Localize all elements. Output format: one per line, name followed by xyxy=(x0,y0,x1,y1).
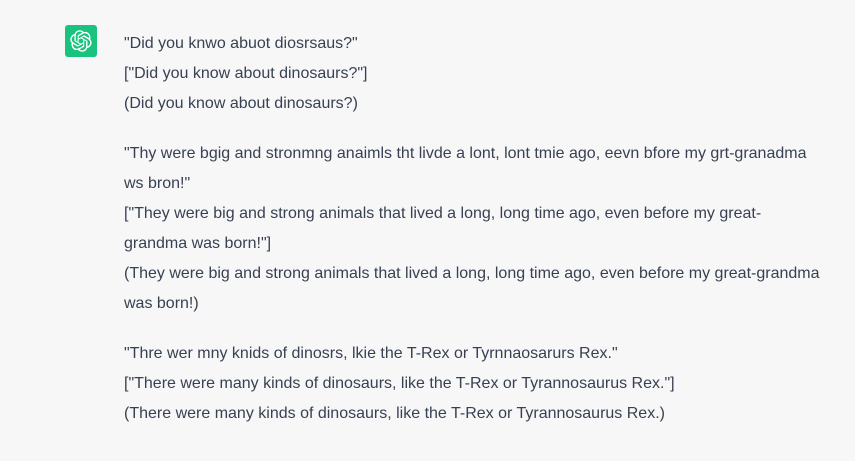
message-line: (There were many kinds of dinosaurs, lik… xyxy=(124,405,665,422)
message-paragraph: "Thy were bgig and stronmng anaimls tht … xyxy=(124,139,824,319)
message-line: ["They were big and strong animals that … xyxy=(124,205,762,252)
message-line: "Thre wer mny knids of dinosrs, lkie the… xyxy=(124,345,618,362)
message-paragraph: "Did you knwo abuot diosrsaus?" ["Did yo… xyxy=(124,29,824,119)
message-line: ["There were many kinds of dinosaurs, li… xyxy=(124,375,675,392)
openai-logo-icon xyxy=(70,30,92,52)
message-line: (Did you know about dinosaurs?) xyxy=(124,95,358,112)
assistant-avatar xyxy=(65,25,97,57)
assistant-message-row: "Did you knwo abuot diosrsaus?" ["Did yo… xyxy=(0,0,855,461)
message-paragraph: "Thre wer mny knids of dinosrs, lkie the… xyxy=(124,339,824,429)
assistant-message-content: "Did you knwo abuot diosrsaus?" ["Did yo… xyxy=(124,29,824,449)
message-line: "Thy were bgig and stronmng anaimls tht … xyxy=(124,145,807,192)
message-line: "Did you knwo abuot diosrsaus?" xyxy=(124,35,358,52)
message-line: ["Did you know about dinosaurs?"] xyxy=(124,65,368,82)
message-line: (They were big and strong animals that l… xyxy=(124,265,820,312)
